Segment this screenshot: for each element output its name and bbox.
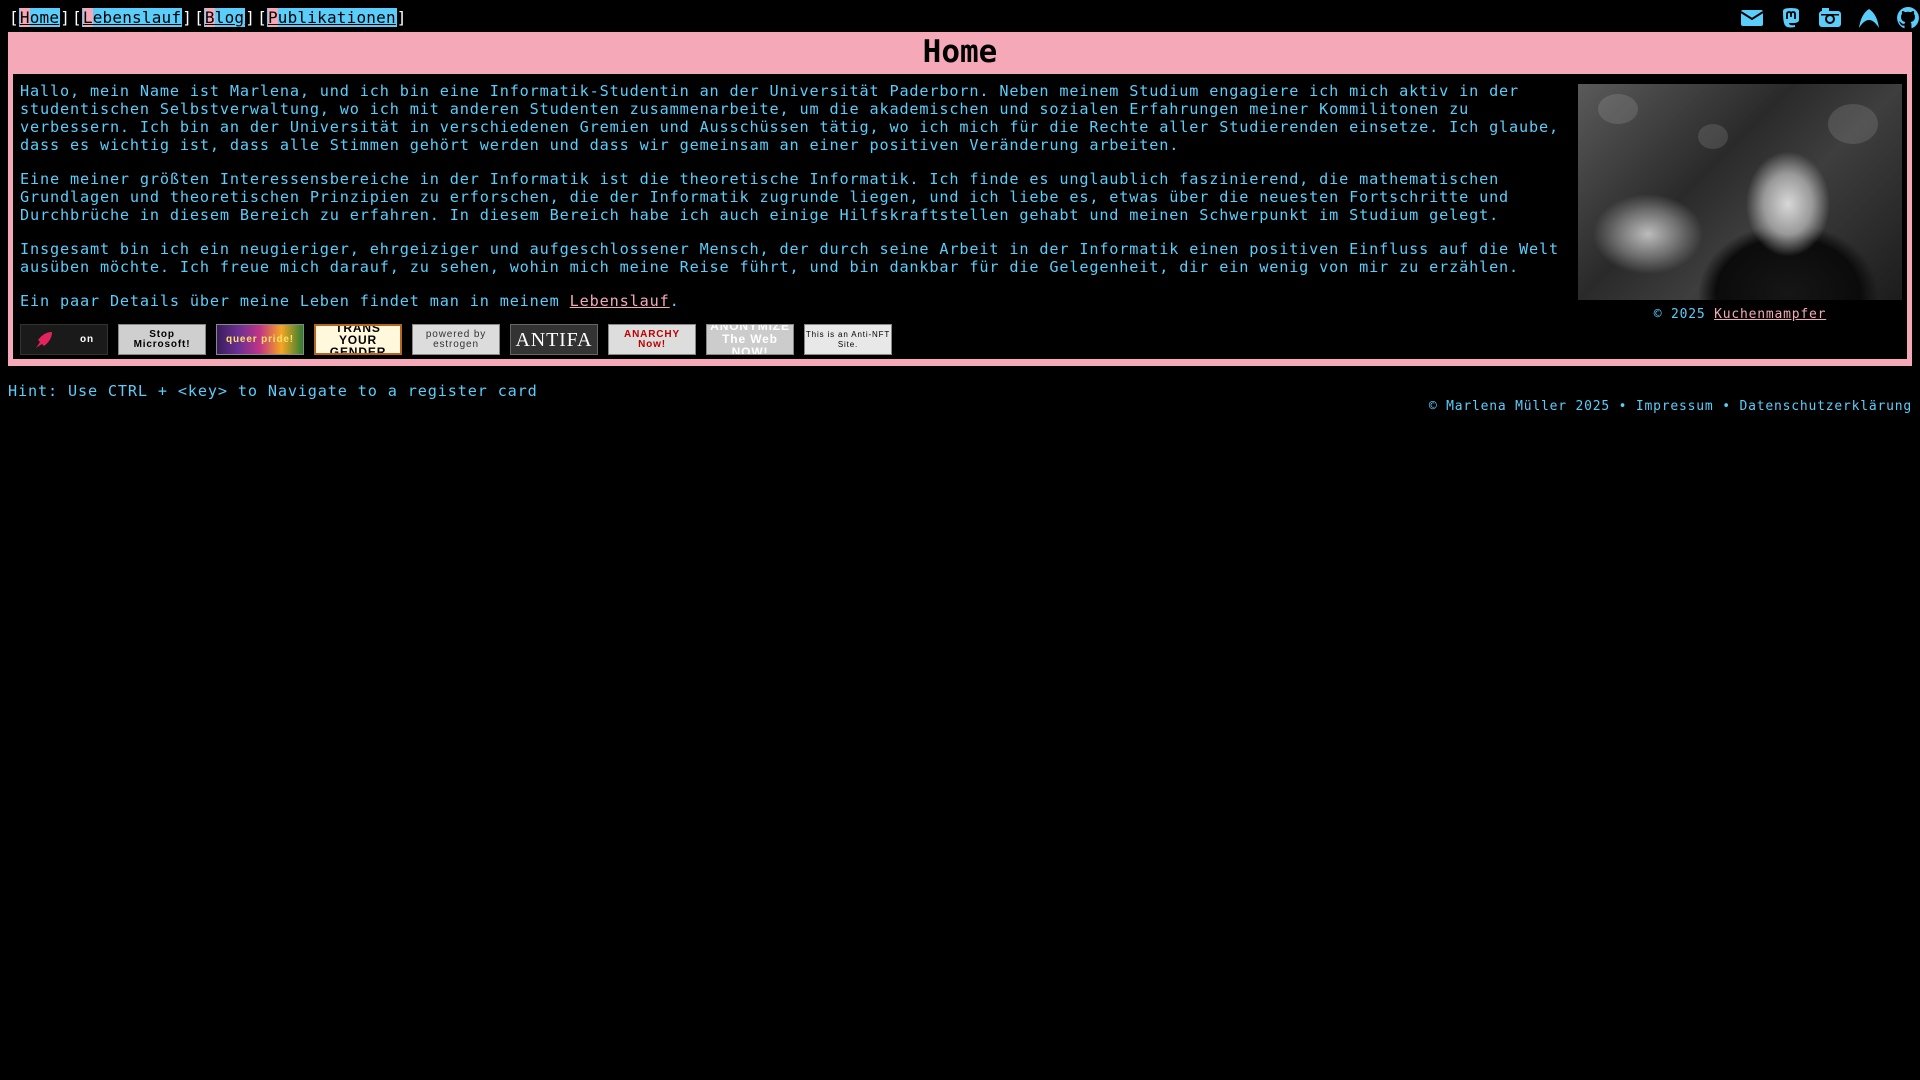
social-icons [1725, 6, 1920, 30]
camera-icon[interactable] [1818, 6, 1842, 30]
photographer-link[interactable]: Kuchenmampfer [1714, 307, 1826, 322]
nav-link-home[interactable]: Home [18, 7, 61, 27]
paragraph-summary: Insgesamt bin ich ein neugieriger, ehrge… [20, 240, 1560, 276]
photo-caption: © 2025 Kuchenmampfer [1653, 307, 1827, 322]
anarchy-now-badge[interactable]: ANARCHY Now! [608, 324, 696, 355]
paragraph-details: Ein paar Details über meine Leben findet… [20, 292, 680, 310]
arch-icon[interactable] [1857, 6, 1881, 30]
badge-row: on Stop Microsoft! queer pride! TRANS YO… [20, 324, 892, 355]
nav-item-lebenslauf: [Lebenslauf] [72, 7, 193, 27]
privacy-link[interactable]: Datenschutzerklärung [1739, 399, 1912, 414]
github-icon[interactable] [1896, 6, 1920, 30]
lebenslauf-link[interactable]: Lebenslauf [570, 292, 670, 310]
nav-item-home: [Home] [9, 7, 71, 27]
rocket-on-badge[interactable]: on [20, 324, 108, 355]
home-card: Home Hallo, mein Name ist Marlena, und i… [8, 32, 1912, 366]
anonymize-badge[interactable]: ANONYMIZE The Web NOW! [706, 324, 794, 355]
nav-link-blog[interactable]: Blog [203, 7, 246, 27]
nav-item-blog: [Blog] [194, 7, 256, 27]
card-title: Home [922, 34, 998, 70]
anti-nft-badge[interactable]: This is an Anti-NFT Site. [804, 324, 892, 355]
profile-photo [1578, 84, 1902, 300]
rocket-icon [36, 331, 53, 348]
top-nav: [Home] [Lebenslauf] [Blog] [Publikatione… [9, 6, 409, 28]
paragraph-interests: Eine meiner größten Interessensbereiche … [20, 170, 1510, 224]
trans-your-gender-badge[interactable]: TRANS YOUR GENDER [314, 324, 402, 355]
paragraph-intro: Hallo, mein Name ist Marlena, und ich bi… [20, 82, 1560, 154]
stop-microsoft-badge[interactable]: Stop Microsoft! [118, 324, 206, 355]
navigation-hint: Hint: Use CTRL + <key> to Navigate to a … [8, 382, 538, 400]
envelope-icon[interactable] [1740, 6, 1764, 30]
nav-link-publikationen[interactable]: Publikationen [266, 7, 397, 27]
nav-item-publikationen: [Publikationen] [257, 7, 407, 27]
profile-photo-block: © 2025 Kuchenmampfer [1578, 84, 1902, 324]
queer-pride-badge[interactable]: queer pride! [216, 324, 304, 355]
impressum-link[interactable]: Impressum [1636, 399, 1714, 414]
mastodon-icon[interactable] [1779, 6, 1803, 30]
card-body: Hallo, mein Name ist Marlena, und ich bi… [13, 74, 1907, 359]
nav-link-lebenslauf[interactable]: Lebenslauf [81, 7, 183, 27]
footer: © Marlena Müller 2025 • Impressum • Date… [1428, 399, 1912, 414]
powered-by-estrogen-badge[interactable]: powered by estrogen [412, 324, 500, 355]
intro-text: Hallo, mein Name ist Marlena, und ich bi… [20, 82, 1576, 326]
footer-copyright: © Marlena Müller 2025 [1428, 399, 1611, 414]
antifa-badge[interactable]: ANTIFA [510, 324, 598, 355]
